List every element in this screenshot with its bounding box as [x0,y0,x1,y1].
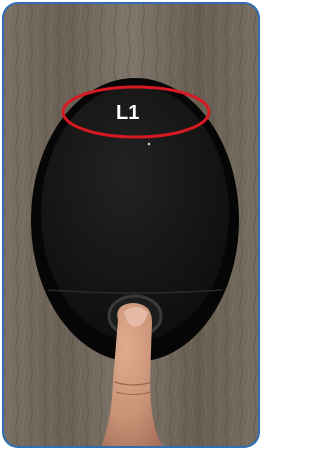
photo-frame: L1 [2,2,260,448]
indicator-dot [147,142,151,146]
annotation-label: L1 [116,102,139,124]
